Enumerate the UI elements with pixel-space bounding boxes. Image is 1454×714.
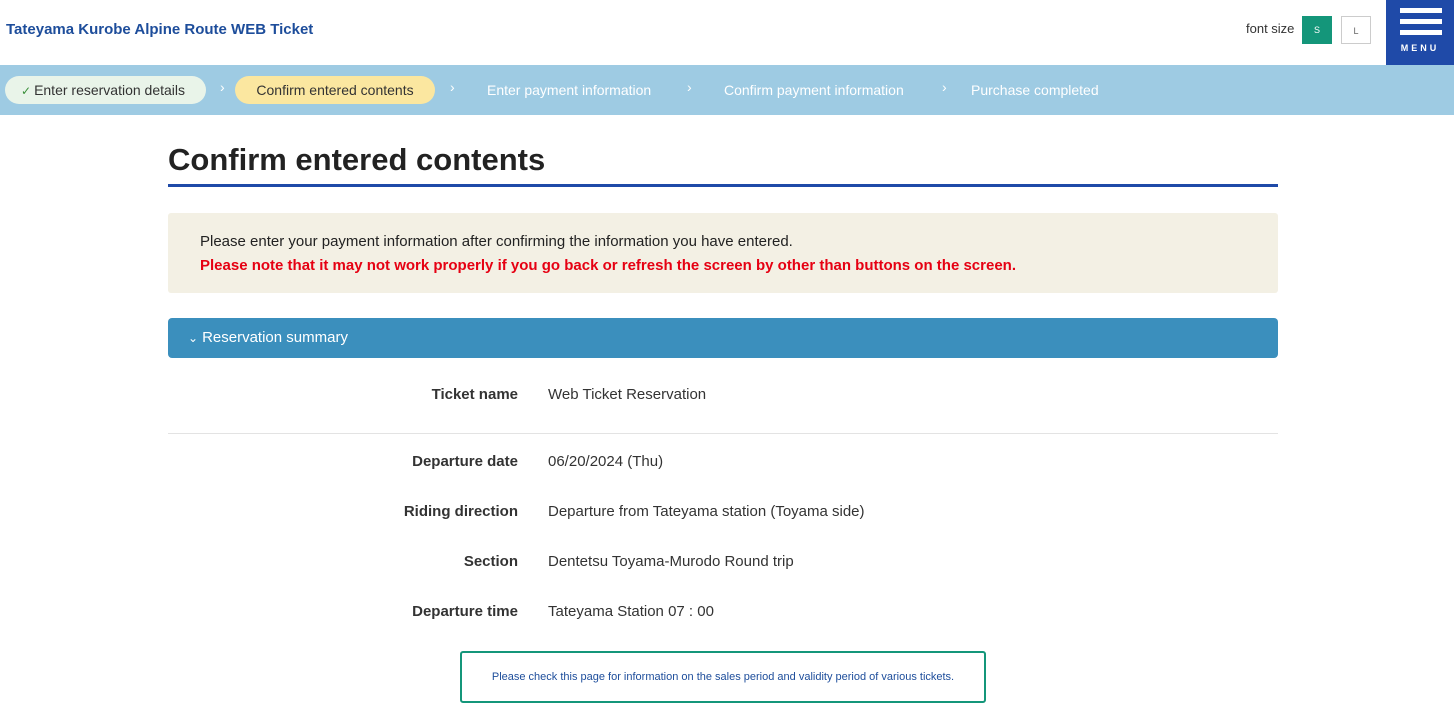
hamburger-line [1400, 30, 1442, 35]
detail-label: Ticket name [431, 386, 518, 403]
font-size-label: font size [1246, 21, 1295, 36]
detail-label: Departure date [412, 453, 518, 470]
step-enter-reservation-details: ✓ Enter reservation details [5, 76, 206, 104]
chevron-right-icon: › [942, 79, 947, 95]
detail-value: Departure from Tateyama station (Toyama … [548, 503, 865, 520]
hamburger-line [1400, 19, 1442, 24]
detail-value: Web Ticket Reservation [548, 386, 707, 403]
row-divider [168, 433, 1278, 434]
chevron-right-icon: › [687, 79, 692, 95]
site-header: Tateyama Kurobe Alpine Route WEB Ticket … [0, 0, 1454, 65]
detail-row-departure-date: Departure date 06/20/2024 (Thu) [168, 453, 1278, 477]
checkmark-icon: ✓ [21, 84, 32, 98]
detail-label: Section [463, 553, 518, 570]
chevron-down-icon: ⌄ [188, 331, 199, 345]
detail-row-departure-time: Departure time Tateyama Station 07 : 00 [168, 603, 1278, 627]
step-enter-payment-information: Enter payment information [487, 82, 652, 98]
chevron-right-icon: › [450, 79, 455, 95]
detail-row-ticket-name: Ticket name Web Ticket Reservation [168, 386, 1278, 410]
reservation-summary-toggle[interactable]: ⌄ Reservation summary [168, 318, 1278, 358]
detail-value: Dentetsu Toyama-Murodo Round trip [548, 553, 794, 570]
ticket-info-link[interactable]: Please check this page for information o… [460, 651, 986, 703]
hamburger-line [1400, 8, 1442, 13]
warning-text: Please note that it may not work properl… [200, 257, 1016, 274]
site-title[interactable]: Tateyama Kurobe Alpine Route WEB Ticket [6, 21, 313, 38]
notice-box: Please enter your payment information af… [168, 213, 1278, 293]
step-confirm-entered-contents: Confirm entered contents [235, 76, 435, 104]
detail-row-riding-direction: Riding direction Departure from Tateyama… [168, 503, 1278, 527]
menu-button[interactable]: MENU [1386, 0, 1454, 65]
title-divider [168, 184, 1278, 187]
summary-title: Reservation summary [202, 329, 348, 346]
font-size-large-button[interactable]: L [1341, 16, 1371, 44]
step-label: Enter reservation details [34, 82, 186, 98]
chevron-right-icon: › [220, 79, 225, 95]
step-confirm-payment-information: Confirm payment information [724, 82, 904, 98]
font-size-small-button[interactable]: S [1302, 16, 1332, 44]
progress-steps: ✓ Enter reservation details › Confirm ent… [0, 65, 1454, 115]
detail-row-section: Section Dentetsu Toyama-Murodo Round tri… [168, 553, 1278, 577]
detail-value: 06/20/2024 (Thu) [548, 453, 664, 470]
detail-value: Tateyama Station 07 : 00 [548, 603, 714, 620]
detail-label: Departure time [412, 603, 518, 620]
notice-text: Please enter your payment information af… [200, 233, 793, 250]
menu-label: MENU [1400, 43, 1440, 53]
detail-label: Riding direction [403, 503, 518, 520]
step-purchase-completed: Purchase completed [971, 82, 1099, 98]
page-title: Confirm entered contents [168, 142, 546, 177]
